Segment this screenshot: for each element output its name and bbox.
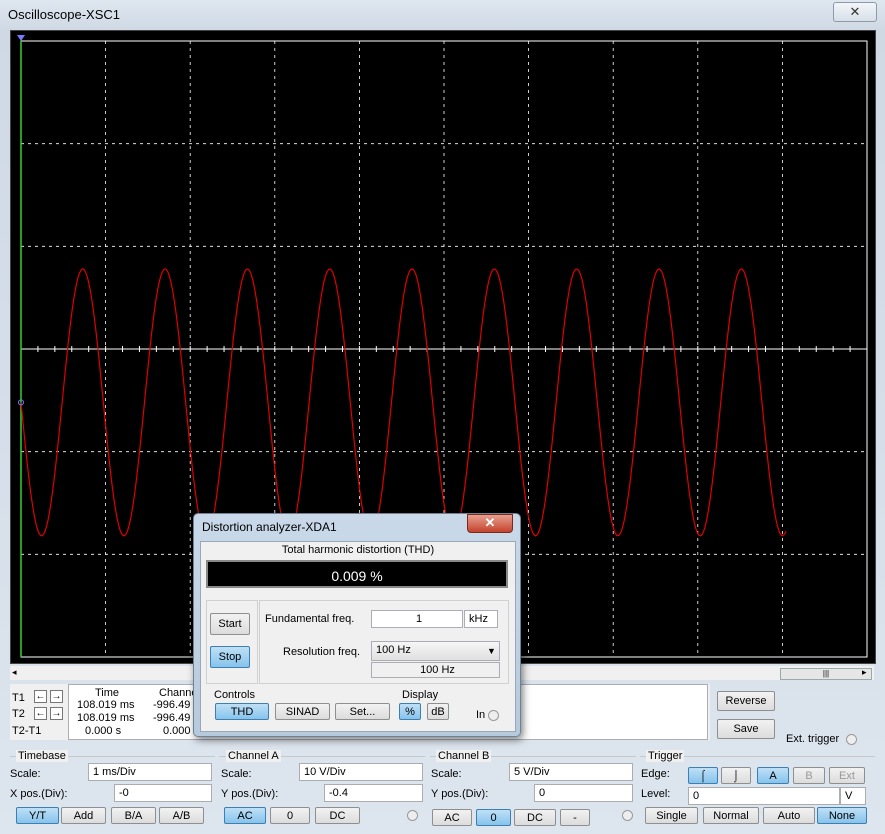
t2t1-time: 0.000 s [85, 725, 122, 737]
window-title: Oscilloscope-XSC1 [8, 7, 120, 22]
cursor-t1-label: T1 [12, 692, 25, 704]
t1-channel: -996.49 [153, 699, 191, 711]
controls-label: Controls [214, 689, 255, 701]
channel-b-scale-input[interactable]: 5 V/Div [509, 763, 633, 781]
cursor-t2t1-label: T2-T1 [12, 725, 42, 737]
save-button[interactable]: Save [717, 719, 775, 739]
ext-trigger-terminal[interactable] [846, 734, 857, 745]
channel-b-invert-button[interactable]: - [560, 809, 590, 826]
trigger-single-button[interactable]: Single [645, 807, 698, 824]
trigger-auto-button[interactable]: Auto [763, 807, 815, 824]
t1-right-arrow-icon[interactable]: → [50, 690, 63, 703]
t2-channel: -996.49 [153, 712, 191, 724]
t1-left-arrow-icon[interactable]: ← [34, 690, 47, 703]
trigger-source-ext-button[interactable]: Ext [829, 767, 865, 784]
trigger-level-input[interactable]: 0 [688, 787, 840, 805]
oscilloscope-window: Oscilloscope-XSC1 ✕ ◂ ||| ▸ T1 T2 T2-T1 … [0, 0, 885, 834]
set-button[interactable]: Set... [335, 703, 390, 720]
trigger-none-button[interactable]: None [817, 807, 867, 824]
stop-button[interactable]: Stop [210, 646, 250, 668]
timebase-xpos-input[interactable]: -0 [114, 784, 212, 802]
trigger-level-unit: V [840, 787, 866, 805]
fundamental-freq-input[interactable]: 1 [371, 610, 463, 628]
t2-time: 108.019 ms [77, 712, 135, 724]
channel-b-ypos-input[interactable]: 0 [534, 784, 633, 802]
thd-button[interactable]: THD [215, 703, 269, 720]
channel-b-ac-button[interactable]: AC [432, 809, 472, 826]
window-close-button[interactable]: ✕ [833, 2, 877, 22]
channel-b-terminal[interactable] [622, 810, 633, 821]
channel-a-scale-input[interactable]: 10 V/Div [299, 763, 423, 781]
add-button[interactable]: Add [61, 807, 106, 824]
db-button[interactable]: dB [427, 703, 449, 720]
resolution-freq-display: 100 Hz [371, 662, 500, 678]
resolution-freq-value: 100 Hz [376, 644, 411, 656]
distortion-close-button[interactable]: ✕ [467, 514, 513, 533]
cursor-t2-label: T2 [12, 708, 25, 720]
channel-a-title: Channel A [226, 750, 281, 762]
t1-time: 108.019 ms [77, 699, 135, 711]
timebase-xpos-label: X pos.(Div): [10, 788, 68, 800]
channel-a-ac-button[interactable]: AC [224, 807, 266, 824]
t2t1-channel: 0.000 [163, 725, 191, 737]
input-terminal[interactable] [488, 710, 499, 721]
rising-edge-icon: ⌠ [699, 770, 707, 782]
trigger-level-label: Level: [641, 788, 671, 800]
trigger-source-a-button[interactable]: A [757, 767, 789, 784]
channel-b-zero-button[interactable]: 0 [476, 809, 511, 826]
scroll-thumb[interactable]: ||| [780, 668, 872, 680]
rising-edge-button[interactable]: ⌠ [688, 767, 718, 784]
ext-trigger-label: Ext. trigger [786, 733, 840, 745]
t2-left-arrow-icon[interactable]: ← [34, 707, 47, 720]
yt-button[interactable]: Y/T [16, 807, 59, 824]
percent-button[interactable]: % [399, 703, 421, 720]
timebase-title: Timebase [16, 750, 68, 762]
dropdown-arrow-icon: ▼ [487, 646, 496, 656]
timebase-scale-label: Scale: [10, 768, 41, 780]
sinad-button[interactable]: SINAD [275, 703, 330, 720]
channel-b-scale-label: Scale: [431, 768, 462, 780]
channel-a-terminal[interactable] [407, 810, 418, 821]
trigger-source-b-button[interactable]: B [793, 767, 825, 784]
distortion-analyzer-dialog: Distortion analyzer-XDA1 ✕ Total harmoni… [193, 513, 521, 737]
channel-b-ypos-label: Y pos.(Div): [431, 788, 489, 800]
fundamental-freq-unit: kHz [464, 610, 498, 628]
time-header: Time [95, 687, 120, 699]
falling-edge-icon: ⌡ [732, 770, 740, 782]
channel-a-zero-button[interactable]: 0 [270, 807, 310, 824]
channel-a-ypos-label: Y pos.(Div): [221, 788, 279, 800]
resolution-freq-select[interactable]: 100 Hz ▼ [371, 641, 500, 661]
fundamental-freq-label: Fundamental freq. [265, 613, 355, 625]
ab-button[interactable]: A/B [159, 807, 204, 824]
cursor-t1-marker [17, 35, 25, 41]
trigger-normal-button[interactable]: Normal [703, 807, 759, 824]
falling-edge-button[interactable]: ⌡ [721, 767, 751, 784]
channel-a-ypos-input[interactable]: -0.4 [324, 784, 423, 802]
t2-right-arrow-icon[interactable]: → [50, 707, 63, 720]
start-button[interactable]: Start [210, 613, 250, 635]
trigger-edge-label: Edge: [641, 768, 670, 780]
input-label: In [476, 709, 486, 721]
thd-display: 0.009 % [206, 560, 508, 588]
distortion-body: Total harmonic distortion (THD) 0.009 % … [200, 541, 516, 732]
channel-a-scale-label: Scale: [221, 768, 252, 780]
channel-header: Channe [159, 687, 198, 699]
resolution-freq-label: Resolution freq. [283, 646, 361, 658]
channel-b-dc-button[interactable]: DC [514, 809, 556, 826]
scroll-right-arrow-icon[interactable]: ▸ [862, 667, 867, 678]
channel-a-trace [20, 268, 787, 537]
display-label: Display [402, 689, 439, 701]
reverse-button[interactable]: Reverse [717, 691, 775, 711]
thd-heading: Total harmonic distortion (THD) [281, 544, 435, 556]
distortion-dialog-title: Distortion analyzer-XDA1 [202, 520, 337, 534]
trigger-title: Trigger [646, 750, 685, 762]
ba-button[interactable]: B/A [111, 807, 156, 824]
timebase-scale-input[interactable]: 1 ms/Div [88, 763, 212, 781]
channel-b-title: Channel B [436, 750, 492, 762]
channel-a-dc-button[interactable]: DC [315, 807, 360, 824]
scroll-left-arrow-icon[interactable]: ◂ [12, 667, 17, 678]
